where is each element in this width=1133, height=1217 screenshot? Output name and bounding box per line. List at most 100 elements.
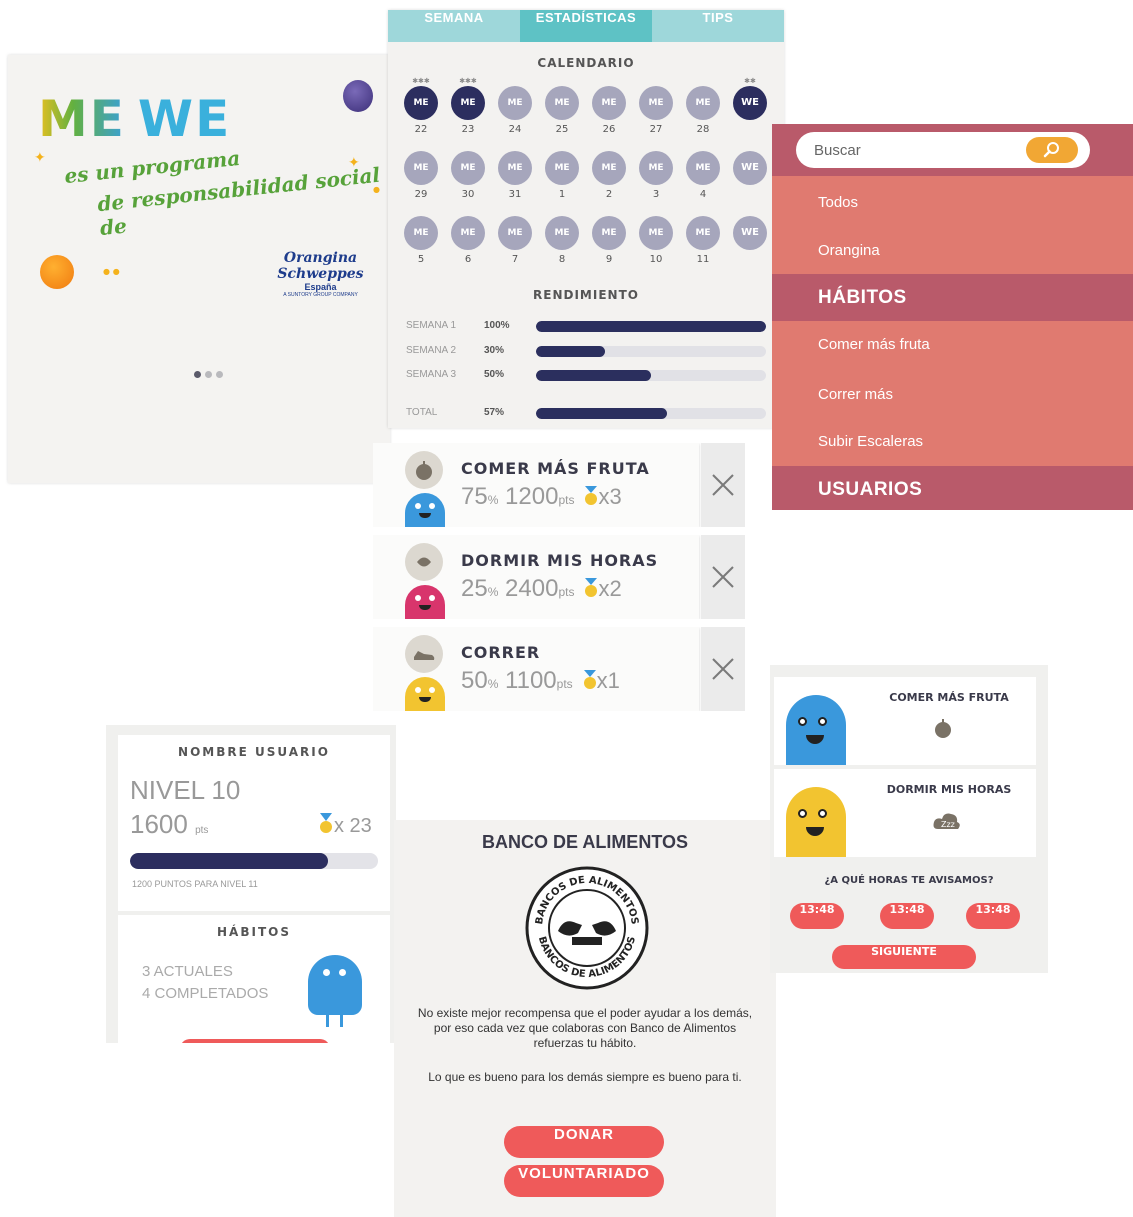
section-users: USUARIOS <box>772 466 1133 510</box>
food-bank-description: No existe mejor recompensa que el poder … <box>417 1006 753 1050</box>
menu-item-correr[interactable]: Correr más <box>772 386 1133 403</box>
volunteer-button[interactable]: VOLUNTARIADO <box>504 1165 664 1197</box>
calendar-day[interactable]: ME 31 <box>497 141 533 201</box>
day-date: 4 <box>699 189 707 200</box>
day-circle: ME <box>451 86 485 120</box>
calendar-day[interactable]: ME 25 <box>544 76 580 136</box>
calendar-day[interactable]: ME 11 <box>685 206 721 266</box>
habit-card[interactable]: COMER MÁS FRUTA 75% 1200pts x3 <box>373 443 747 527</box>
day-star-rating: ✱✱✱ <box>459 77 477 85</box>
day-date: 2 <box>605 189 613 200</box>
day-date: 28 <box>696 124 710 135</box>
time-option-3[interactable]: 13:48 <box>966 903 1020 929</box>
next-button[interactable]: SIGUIENTE <box>832 945 976 969</box>
reminder-habit-card[interactable]: COMER MÁS FRUTA <box>774 677 1036 765</box>
performance-row: TOTAL 57% <box>406 406 766 420</box>
day-circle: ME <box>686 151 720 185</box>
remove-habit-button[interactable] <box>701 627 745 711</box>
sponsor-country: España <box>304 282 337 292</box>
medal-icon <box>320 813 332 833</box>
calendar-day[interactable]: ME 26 <box>591 76 627 136</box>
calendar-day[interactable]: ME 1 <box>544 141 580 201</box>
medal-icon <box>584 485 598 505</box>
page-dot[interactable] <box>205 371 212 378</box>
calendar-day[interactable]: ME 5 <box>403 206 439 266</box>
reminder-habit-title: COMER MÁS FRUTA <box>889 691 1009 704</box>
calendar-day[interactable]: WE <box>732 206 768 266</box>
day-star-rating <box>638 206 674 216</box>
calendar-day[interactable]: ME 29 <box>403 141 439 201</box>
habit-card[interactable]: DORMIR MIS HORAS 25% 2400pts x2 <box>373 535 747 619</box>
calendar-day[interactable]: ME 3 <box>638 141 674 201</box>
calendar-day[interactable]: ME 6 <box>450 206 486 266</box>
profile-action-button[interactable] <box>180 1039 330 1043</box>
monster-mouth <box>419 513 431 518</box>
calendar-day[interactable]: ME 30 <box>450 141 486 201</box>
menu-item-todos[interactable]: Todos <box>772 194 1133 211</box>
calendar-day[interactable]: ME 27 <box>638 76 674 136</box>
monster-eye <box>323 969 330 976</box>
logo-me: ME <box>38 90 126 148</box>
calendar-day[interactable]: ME 7 <box>497 206 533 266</box>
reminder-habit-card[interactable]: DORMIR MIS HORAS Zzz <box>774 769 1036 857</box>
day-star-rating <box>497 76 533 86</box>
calendar-day[interactable]: ME 4 <box>685 141 721 201</box>
menu-item-orangina[interactable]: Orangina <box>772 242 1133 259</box>
calendar-day[interactable]: ✱✱✱ ME 22 <box>403 76 439 136</box>
performance-label: SEMANA 3 <box>406 369 457 380</box>
donate-button[interactable]: DONAR <box>504 1126 664 1158</box>
page-dot[interactable] <box>194 371 201 378</box>
habit-card[interactable]: CORRER 50% 1100pts x1 <box>373 627 747 711</box>
remove-habit-button[interactable] <box>701 535 745 619</box>
monster-eye <box>429 687 435 693</box>
tab-0[interactable]: SEMANA <box>388 10 520 42</box>
day-circle: ME <box>686 86 720 120</box>
calendar-day[interactable]: ✱✱ WE <box>732 76 768 136</box>
calendar-day[interactable]: ME 10 <box>638 206 674 266</box>
page-dot[interactable] <box>216 371 223 378</box>
day-circle: ME <box>451 151 485 185</box>
day-circle: ME <box>404 86 438 120</box>
day-star-rating <box>591 141 627 151</box>
habits-summary-title: HÁBITOS <box>217 925 291 939</box>
day-date: 3 <box>652 189 660 200</box>
search-icon <box>1043 142 1059 158</box>
day-star-rating <box>544 76 580 86</box>
username: NOMBRE USUARIO <box>178 745 330 759</box>
points-text: 1600 pts <box>130 809 208 840</box>
calendar-day[interactable]: WE <box>732 141 768 201</box>
search-button[interactable] <box>1026 137 1078 163</box>
tab-1[interactable]: ESTADÍSTICAS <box>520 10 652 42</box>
search-input[interactable] <box>814 132 1014 168</box>
habit-percent-unit: % <box>487 585 499 599</box>
day-circle: ME <box>545 151 579 185</box>
menu-item-subir-escaleras[interactable]: Subir Escaleras <box>772 433 1133 450</box>
calendar-title: CALENDARIO <box>537 56 635 70</box>
remove-habit-button[interactable] <box>701 443 745 527</box>
habits-current: 3 ACTUALES <box>142 963 233 980</box>
habit-monster-avatar <box>786 787 846 857</box>
monster-mouth <box>806 827 824 836</box>
calendar-day[interactable]: ME 2 <box>591 141 627 201</box>
food-bank-motto: Lo que es bueno para los demás siempre e… <box>428 1070 742 1084</box>
calendar-day[interactable]: ME 9 <box>591 206 627 266</box>
time-option-2[interactable]: 13:48 <box>880 903 934 929</box>
day-star-rating <box>544 206 580 216</box>
habit-title: COMER MÁS FRUTA <box>461 459 650 478</box>
day-date: 7 <box>511 254 519 265</box>
page-indicator[interactable] <box>194 371 223 378</box>
level-text: NIVEL 10 <box>130 775 241 805</box>
calendar-day[interactable]: ME 28 <box>685 76 721 136</box>
menu-item-comer-fruta[interactable]: Comer más fruta <box>772 336 1133 353</box>
calendar-day[interactable]: ME 24 <box>497 76 533 136</box>
monster-mouth <box>806 735 824 744</box>
medal-count: x 23 <box>318 813 372 838</box>
close-icon <box>712 658 734 680</box>
calendar-day[interactable]: ✱✱✱ ME 23 <box>450 76 486 136</box>
tab-2[interactable]: TIPS <box>652 10 784 42</box>
next-level-text: 1200 PUNTOS PARA NIVEL 11 <box>132 879 258 889</box>
performance-percent: 30% <box>484 345 505 356</box>
monster-eye <box>818 717 827 726</box>
time-option-1[interactable]: 13:48 <box>790 903 844 929</box>
calendar-day[interactable]: ME 8 <box>544 206 580 266</box>
